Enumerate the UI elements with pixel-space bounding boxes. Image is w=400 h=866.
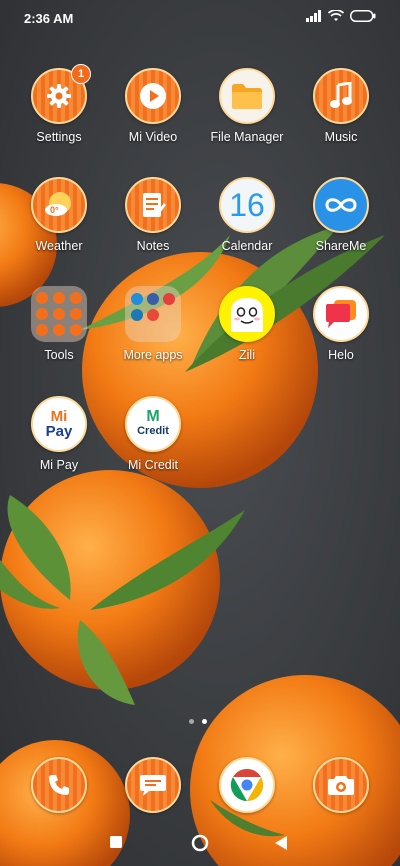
music-note-icon	[330, 82, 352, 108]
app-file-manager[interactable]: File Manager	[197, 68, 297, 144]
app-settings[interactable]: 1 Settings	[9, 64, 109, 144]
page-indicator[interactable]	[189, 719, 207, 724]
app-helo[interactable]: Helo	[291, 286, 391, 362]
app-label: Mi Pay	[39, 458, 79, 472]
app-zili[interactable]: Zili	[197, 286, 297, 362]
app-label: Zili	[239, 348, 255, 362]
chrome-icon	[230, 768, 264, 802]
weather-sun-icon	[45, 192, 71, 216]
gear-icon	[47, 84, 71, 108]
app-notes[interactable]: Notes	[103, 177, 203, 253]
status-icons	[306, 10, 376, 22]
page-dot-active[interactable]	[202, 719, 207, 724]
dock-messages[interactable]	[103, 757, 203, 813]
app-mi-video[interactable]: Mi Video	[103, 68, 203, 144]
message-icon	[140, 775, 166, 796]
dock-chrome[interactable]	[197, 757, 297, 813]
app-weather[interactable]: 0° Weather	[9, 177, 109, 253]
app-mi-credit[interactable]: M Credit Mi Credit	[103, 396, 203, 472]
play-icon	[140, 83, 166, 109]
dock-camera[interactable]	[291, 757, 391, 813]
mi-pay-logo: Mi Pay	[45, 408, 73, 440]
mi-credit-logo: M Credit	[137, 408, 169, 438]
camera-icon	[328, 776, 354, 795]
folder-tools[interactable]: Tools	[9, 286, 109, 362]
app-shareme[interactable]: ShareMe	[291, 177, 391, 253]
notes-icon	[143, 193, 166, 217]
folder-more-apps[interactable]: More apps	[103, 286, 203, 362]
wifi-icon	[328, 10, 344, 21]
app-music[interactable]: Music	[291, 68, 391, 144]
ghost-face-icon	[231, 298, 263, 332]
app-label: Helo	[328, 348, 354, 362]
status-bar: 2:36 AM	[0, 0, 400, 36]
home-icon[interactable]	[191, 834, 209, 852]
weather-temperature: 0°	[50, 205, 59, 215]
back-icon[interactable]	[274, 835, 288, 851]
helo-chat-icon	[326, 300, 356, 328]
signal-icon	[306, 10, 321, 22]
app-label: ShareMe	[315, 239, 367, 253]
app-label: Tools	[44, 348, 74, 362]
app-label: Music	[324, 130, 358, 144]
folder-icon	[232, 84, 262, 109]
app-calendar[interactable]: 16 Calendar	[197, 177, 297, 253]
app-label: Notes	[136, 239, 170, 253]
app-label: Mi Video	[128, 130, 178, 144]
folder-icon	[125, 286, 181, 342]
app-label: Settings	[36, 130, 82, 144]
calendar-day: 16	[219, 177, 275, 233]
app-label: Calendar	[221, 239, 273, 253]
battery-icon	[350, 10, 376, 22]
page-dot[interactable]	[189, 719, 194, 724]
navigation-bar	[0, 826, 400, 860]
app-label: File Manager	[210, 130, 284, 144]
app-label: Mi Credit	[127, 458, 178, 472]
app-mi-pay[interactable]: Mi Pay Mi Pay	[9, 396, 109, 472]
app-label: More apps	[123, 348, 183, 362]
phone-icon	[49, 775, 69, 795]
folder-icon	[31, 286, 87, 342]
status-time: 2:36 AM	[24, 11, 74, 26]
notification-badge: 1	[71, 64, 91, 84]
infinity-icon	[325, 198, 357, 212]
dock-phone[interactable]	[9, 757, 109, 813]
recents-icon[interactable]	[110, 836, 122, 848]
app-label: Weather	[35, 239, 83, 253]
